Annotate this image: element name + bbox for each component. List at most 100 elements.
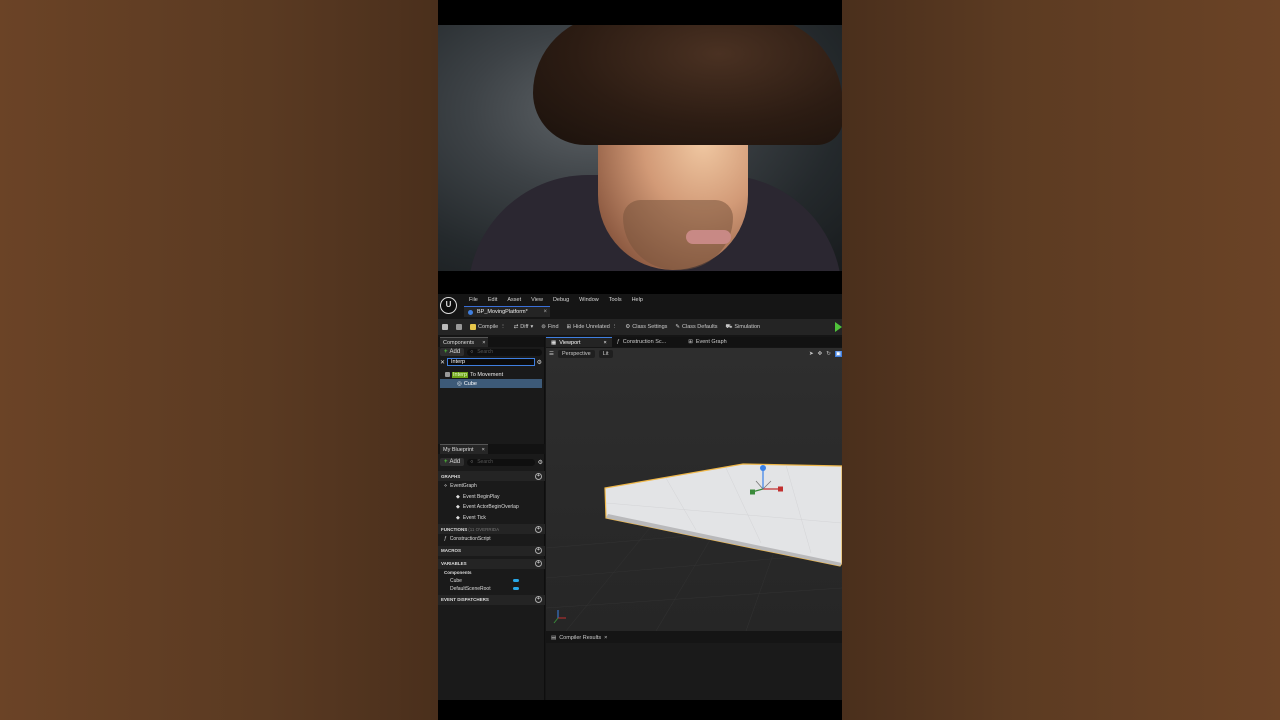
- chevron-down-icon: ▾: [530, 324, 534, 330]
- add-variable-icon[interactable]: +: [535, 560, 542, 567]
- close-icon[interactable]: ×: [543, 309, 547, 315]
- settings-icon[interactable]: ⚙: [538, 459, 543, 466]
- webcam-hair: [533, 25, 842, 145]
- tab-my-blueprint[interactable]: My Blueprint ×: [440, 444, 488, 454]
- clear-filter-icon[interactable]: ✕: [440, 359, 445, 366]
- components-panel-header: Components ×: [438, 337, 544, 347]
- variable-type-pill: [513, 579, 519, 582]
- play-icon[interactable]: [835, 322, 842, 332]
- event-dispatchers-section-header[interactable]: EVENT DISPATCHERS +: [438, 594, 545, 605]
- component-tree-item-interp-to-movement[interactable]: Interp To Movement: [438, 370, 544, 379]
- scale-icon[interactable]: ▣: [834, 351, 842, 357]
- close-icon[interactable]: ×: [604, 635, 607, 641]
- webcam-mouth: [686, 230, 731, 244]
- hide-unrelated-button[interactable]: ⊞ Hide Unrelated ⋮: [563, 324, 622, 330]
- compile-label: Compile: [478, 324, 499, 330]
- tab-viewport[interactable]: ▦ Viewport ×: [546, 337, 612, 347]
- menu-help[interactable]: Help: [627, 297, 648, 303]
- class-defaults-button[interactable]: ✎ Class Defaults: [671, 324, 721, 330]
- add-function-icon[interactable]: +: [535, 525, 542, 533]
- menu-edit[interactable]: Edit: [483, 297, 502, 303]
- plus-icon: +: [444, 459, 448, 465]
- my-blueprint-panel-header: My Blueprint ×: [438, 444, 545, 454]
- event-icon: ◆: [456, 493, 460, 500]
- compile-button[interactable]: Compile ⋮: [466, 324, 510, 330]
- class-settings-button[interactable]: ⚙ Class Settings: [621, 324, 671, 330]
- event-icon: ◆: [456, 504, 460, 511]
- event-label: Event ActorBeginOverlap: [462, 504, 519, 511]
- graphs-section-header[interactable]: GRAPHS +: [438, 471, 545, 481]
- save-button[interactable]: [438, 324, 452, 330]
- event-dispatchers-label: EVENT DISPATCHERS: [441, 597, 489, 602]
- select-cursor-icon[interactable]: ➤: [809, 351, 814, 357]
- add-macro-icon[interactable]: +: [535, 547, 542, 554]
- construction-script-item[interactable]: ƒ ConstructionScript: [438, 534, 545, 545]
- video-frame: U File Edit Asset View Debug Window Tool…: [438, 0, 842, 720]
- event-graph-item[interactable]: ⋄ EventGraph: [438, 481, 545, 492]
- my-blueprint-search-input[interactable]: Search: [467, 458, 535, 466]
- compiler-results-icon: ▤: [551, 635, 557, 641]
- settings-icon[interactable]: ⚙: [537, 359, 542, 366]
- component-tree-item-cube[interactable]: ◎ Cube: [440, 379, 542, 388]
- tab-compiler-results[interactable]: ▤ Compiler Results ×: [546, 633, 612, 643]
- menu-file[interactable]: File: [464, 297, 483, 303]
- document-tab-label: BP_MovingPlatform*: [477, 309, 528, 315]
- event-item[interactable]: ◆ Event Tick: [438, 513, 545, 524]
- variable-label: Cube: [450, 577, 462, 584]
- components-category[interactable]: Components: [438, 569, 545, 577]
- tab-components[interactable]: Components ×: [440, 337, 489, 347]
- class-settings-label: Class Settings: [632, 324, 668, 330]
- event-item[interactable]: ◆ Event BeginPlay: [438, 492, 545, 503]
- rotate-icon[interactable]: ↻: [826, 351, 831, 357]
- variable-item[interactable]: Cube: [438, 577, 545, 585]
- lit-button[interactable]: Lit: [598, 350, 613, 358]
- diff-button[interactable]: ⇄ Diff ▾: [510, 324, 538, 330]
- menu-asset[interactable]: Asset: [502, 297, 526, 303]
- tab-event-graph[interactable]: ⊞ Event Graph: [683, 337, 732, 347]
- event-item[interactable]: ◆ Event ActorBeginOverlap: [438, 502, 545, 513]
- main-menu: File Edit Asset View Debug Window Tools …: [464, 297, 648, 303]
- browse-button[interactable]: [452, 324, 466, 330]
- functions-label: FUNCTIONS: [441, 526, 468, 532]
- menu-window[interactable]: Window: [574, 297, 604, 303]
- hamburger-icon[interactable]: ☰: [549, 351, 554, 357]
- component-icon: [445, 372, 450, 377]
- variable-label: DefaultSceneRoot: [450, 585, 491, 592]
- add-component-button[interactable]: + Add: [440, 348, 465, 356]
- simulation-button[interactable]: ⛟ Simulation: [722, 324, 765, 331]
- compile-icon: [470, 324, 476, 330]
- components-search-input[interactable]: Search: [467, 348, 542, 356]
- close-icon[interactable]: ×: [482, 447, 485, 453]
- tab-construction-script[interactable]: ƒ Construction Sc...: [612, 337, 671, 347]
- pencil-icon: ✎: [675, 324, 681, 330]
- more-options-icon[interactable]: ⋮: [612, 324, 618, 330]
- viewport[interactable]: ☰ Perspective Lit ➤ ✥ ↻ ▣: [546, 348, 842, 631]
- close-icon[interactable]: ×: [604, 340, 607, 346]
- add-graph-icon[interactable]: +: [535, 472, 542, 480]
- tab-event-graph-label: Event Graph: [695, 339, 727, 345]
- variable-item[interactable]: DefaultSceneRoot: [438, 585, 545, 593]
- document-tab[interactable]: BP_MovingPlatform* ×: [464, 306, 550, 317]
- variables-section-header[interactable]: VARIABLES +: [438, 558, 545, 569]
- graph-icon: ⊞: [688, 339, 693, 345]
- find-label: Find: [547, 324, 559, 330]
- perspective-button[interactable]: Perspective: [557, 350, 595, 358]
- move-icon[interactable]: ✥: [818, 351, 823, 357]
- functions-section-header[interactable]: FUNCTIONS (11 OVERRIDA +: [438, 524, 545, 534]
- menu-tools[interactable]: Tools: [604, 297, 627, 303]
- variables-label: VARIABLES: [441, 561, 467, 566]
- macros-section-header[interactable]: MACROS +: [438, 545, 545, 556]
- add-member-button[interactable]: + Add: [440, 458, 465, 466]
- close-icon[interactable]: ×: [482, 340, 485, 346]
- editor-tabs: ▦ Viewport × ƒ Construction Sc... ⊞ Even…: [546, 337, 842, 347]
- menu-view[interactable]: View: [526, 297, 548, 303]
- unreal-logo-icon[interactable]: U: [440, 297, 457, 314]
- more-options-icon[interactable]: ⋮: [500, 324, 506, 330]
- add-event-dispatcher-icon[interactable]: +: [535, 596, 542, 603]
- menu-debug[interactable]: Debug: [548, 297, 574, 303]
- hide-unrelated-icon: ⊞: [566, 324, 572, 330]
- event-label: Event Tick: [462, 514, 486, 521]
- find-button[interactable]: ⊚ Find: [537, 324, 562, 330]
- hide-unrelated-label: Hide Unrelated: [573, 324, 610, 330]
- components-filter-input[interactable]: Interp: [447, 358, 535, 366]
